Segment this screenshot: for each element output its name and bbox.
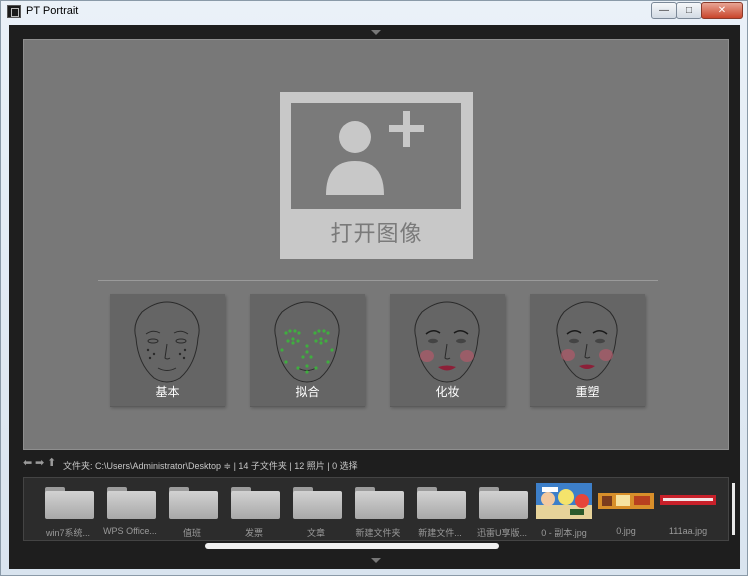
- maximize-button[interactable]: □: [676, 2, 702, 19]
- folder-icon: [293, 487, 342, 519]
- folder-icon: [417, 487, 466, 519]
- image-preview: [598, 483, 654, 519]
- forward-arrow-icon[interactable]: ➡: [35, 458, 44, 469]
- folder-icon: [479, 487, 528, 519]
- folder-icon: [169, 487, 218, 519]
- mode-basic-button[interactable]: 基本: [110, 294, 225, 406]
- thumbnail-folder[interactable]: win7系统...: [38, 483, 98, 538]
- thumbnail-label: win7系统...: [45, 528, 90, 538]
- open-image-frame: [291, 103, 461, 209]
- thumbnail-folder[interactable]: 文章: [286, 483, 346, 538]
- collapse-bottom-arrow-icon[interactable]: [371, 558, 381, 563]
- thumbnail-label: 迅雷U享版...: [476, 528, 527, 538]
- thumbnail-folder[interactable]: 新建文件...: [410, 483, 470, 538]
- app-icon: [7, 5, 21, 18]
- collapse-top-arrow-icon[interactable]: [371, 30, 381, 35]
- title-bar[interactable]: PT Portrait — □ ✕: [1, 1, 747, 23]
- open-image-button[interactable]: 打开图像: [280, 92, 473, 259]
- thumbnail-label: 新建文件夹: [355, 528, 401, 538]
- image-preview: [536, 483, 592, 519]
- main-stage: 打开图像 基本 拟合 化妆 重塑: [23, 39, 729, 450]
- thumbnail-label: 新建文件...: [418, 528, 462, 538]
- minimize-button[interactable]: —: [651, 2, 677, 19]
- thumbnail-scrollbar[interactable]: [205, 543, 499, 549]
- app-client-area: 打开图像 基本 拟合 化妆 重塑 ⬅ ➡ ⬆ 文件夹: C:\Users\Adm…: [9, 25, 740, 569]
- open-image-label: 打开图像: [330, 221, 423, 246]
- folder-path-info[interactable]: 文件夹: C:\Users\Administrator\Desktop ≑ | …: [63, 459, 358, 472]
- app-window: PT Portrait — □ ✕ 打开图像 基本 拟合 化妆 重塑 ⬅ ➡ ⬆…: [0, 0, 748, 576]
- thumbnail-label: WPS Office...: [103, 526, 157, 536]
- thumbnail-label: 发票: [244, 528, 263, 538]
- window-controls: — □ ✕: [651, 2, 743, 19]
- thumbnail-label: 文章: [306, 528, 325, 538]
- thumbnail-folder[interactable]: 发票: [224, 483, 284, 538]
- thumbnail-folder[interactable]: WPS Office...: [100, 483, 160, 537]
- strip-edge: [732, 483, 735, 535]
- thumbnail-image[interactable]: 111aa.jpg: [658, 483, 718, 537]
- folder-icon: [231, 487, 280, 519]
- thumbnail-label: 0.jpg: [616, 526, 636, 536]
- thumbnail-label: 值班: [182, 528, 201, 538]
- add-person-icon: [326, 111, 424, 195]
- thumbnail-image[interactable]: 0 - 副本.jpg: [534, 483, 594, 538]
- mode-basic-label: 基本: [155, 385, 180, 399]
- mode-reshape-label: 重塑: [575, 385, 600, 399]
- image-preview: [660, 483, 716, 519]
- window-title: PT Portrait: [26, 5, 79, 17]
- mode-makeup-label: 化妆: [435, 385, 460, 399]
- folder-icon: [355, 487, 404, 519]
- thumbnail-folder[interactable]: 新建文件夹: [348, 483, 408, 538]
- thumbnail-folder[interactable]: 迅雷U享版...: [472, 483, 532, 538]
- folder-icon: [107, 487, 156, 519]
- divider: [98, 280, 658, 281]
- back-arrow-icon[interactable]: ⬅: [23, 458, 32, 469]
- path-bar: ⬅ ➡ ⬆ 文件夹: C:\Users\Administrator\Deskto…: [9, 456, 740, 472]
- thumbnail-label: 0 - 副本.jpg: [541, 528, 587, 538]
- thumbnail-strip: win7系统... WPS Office... 值班 发票 文章 新建文件夹 新…: [23, 477, 729, 541]
- close-button[interactable]: ✕: [701, 2, 743, 19]
- thumbnail-folder[interactable]: 值班: [162, 483, 222, 538]
- mode-fit-button[interactable]: 拟合: [250, 294, 365, 406]
- thumbnail-label: 111aa.jpg: [668, 526, 708, 536]
- mode-reshape-button[interactable]: 重塑: [530, 294, 645, 406]
- folder-icon: [45, 487, 94, 519]
- mode-makeup-button[interactable]: 化妆: [390, 294, 505, 406]
- thumbnail-image[interactable]: 0.jpg: [596, 483, 656, 537]
- mode-fit-label: 拟合: [295, 385, 320, 399]
- up-arrow-icon[interactable]: ⬆: [47, 458, 56, 469]
